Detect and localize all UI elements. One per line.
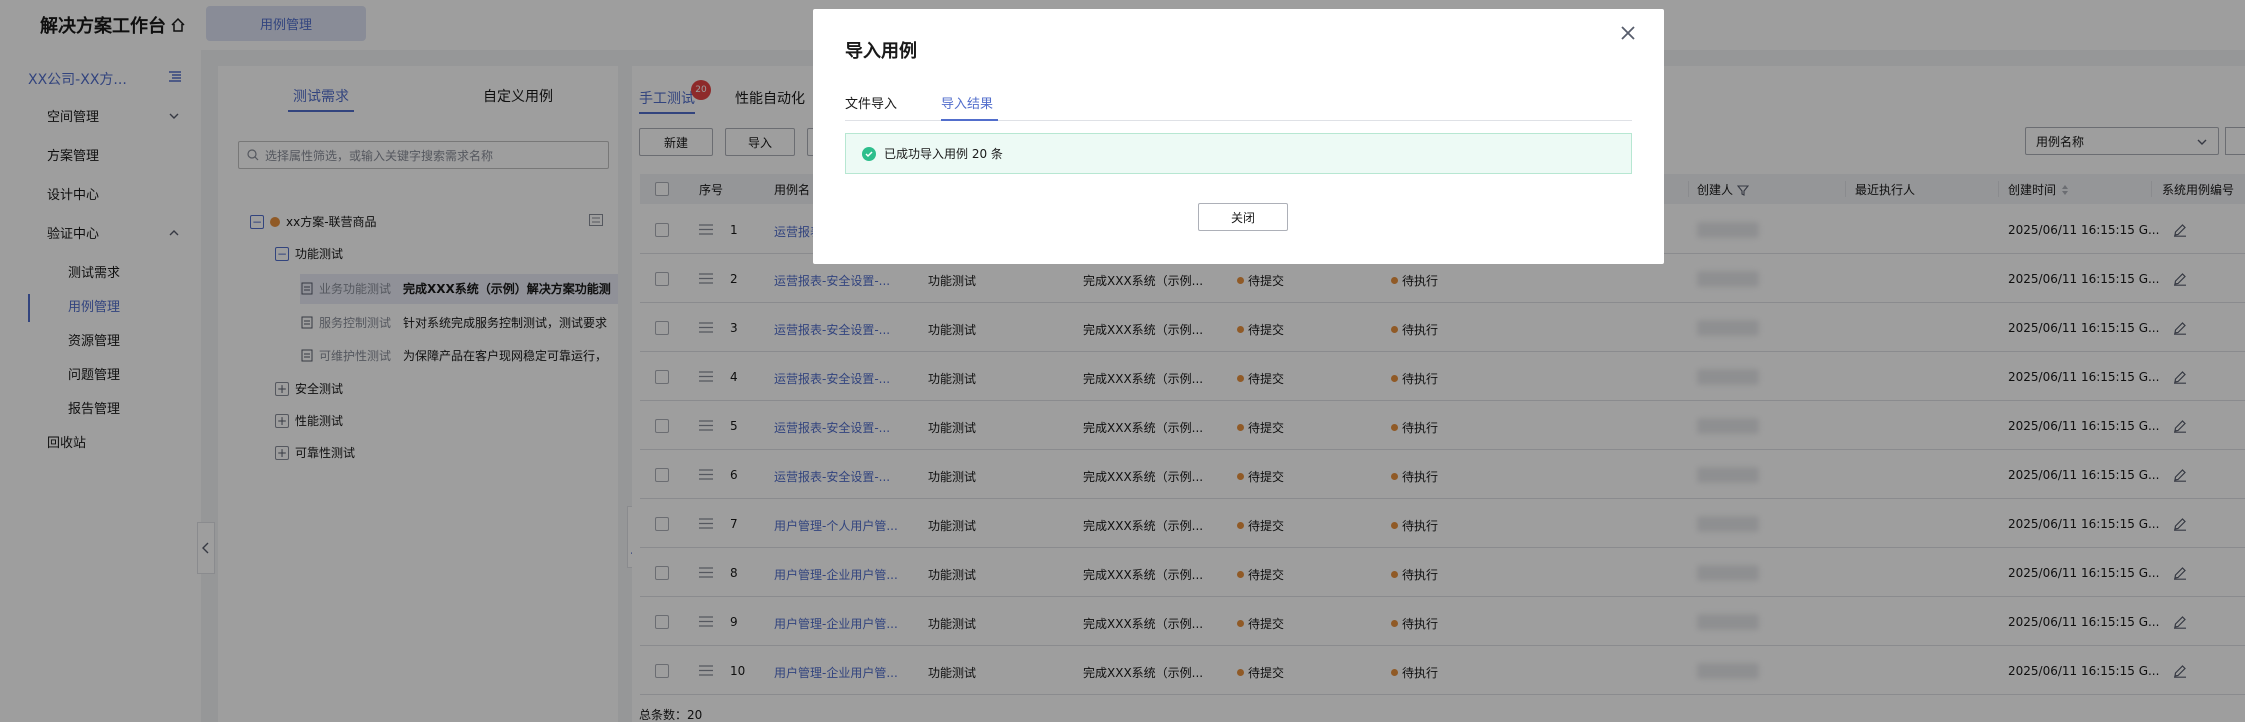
tab-import-result[interactable]: 导入结果 [941, 93, 993, 112]
dialog-title: 导入用例 [845, 41, 917, 62]
check-circle-icon [862, 146, 876, 161]
tab-underline [941, 119, 998, 121]
import-case-dialog: 导入用例 文件导入 导入结果 已成功导入用例 20 条 关闭 [813, 9, 1664, 264]
close-button[interactable]: 关闭 [1198, 203, 1288, 231]
success-alert: 已成功导入用例 20 条 [845, 133, 1632, 174]
close-icon[interactable] [1618, 23, 1638, 43]
tab-file-import[interactable]: 文件导入 [845, 93, 897, 112]
